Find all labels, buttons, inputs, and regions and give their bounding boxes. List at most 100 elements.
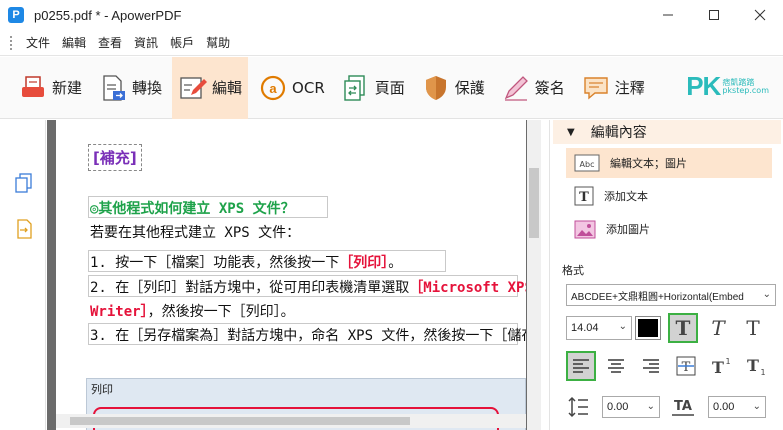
ocr-button[interactable]: a OCR — [252, 57, 331, 119]
chevron-down-icon: ⌄ — [762, 289, 771, 300]
doc-line-step1[interactable]: 1. 按一下［檔案］功能表，然後按一下［列印］。 — [90, 252, 402, 272]
new-button[interactable]: 新建 — [12, 57, 88, 119]
pdf-page[interactable]: [補充] ◎其他程式如何建立 XPS 文件？ 若要在其他程式建立 XPS 文件：… — [56, 120, 526, 430]
supplement-title[interactable]: [補充] — [88, 144, 142, 171]
edit-text-image-option[interactable]: Abc 編輯文本；圖片 — [566, 148, 772, 178]
maximize-button[interactable] — [691, 0, 737, 30]
edit-button[interactable]: 編輯 — [172, 56, 249, 119]
svg-text:T: T — [712, 358, 724, 376]
chevron-down-icon: ⌄ — [618, 321, 627, 332]
doc-line-step2-cont[interactable]: Writer］，然後按一下［列印］。 — [90, 301, 295, 321]
add-text-label: 添加文本 — [604, 190, 648, 203]
menu-view[interactable]: 查看 — [92, 34, 128, 51]
bookmark-icon[interactable] — [14, 218, 34, 240]
svg-text:T: T — [682, 360, 691, 375]
panel-header[interactable]: ▼ 編輯內容 — [553, 120, 781, 144]
thumbnails-icon[interactable] — [14, 172, 34, 194]
bold-t-icon: T — [676, 317, 691, 339]
svg-text:T: T — [579, 190, 589, 205]
convert-button[interactable]: 轉換 — [92, 57, 168, 119]
new-file-icon — [22, 75, 44, 97]
brand-watermark-sub: 痞凱踏踏 pkstep.com — [722, 78, 769, 95]
menu-help[interactable]: 幫助 — [200, 34, 236, 51]
doc-heading[interactable]: ◎其他程式如何建立 XPS 文件？ — [90, 198, 295, 218]
font-size-select[interactable]: 14.04 ⌄ — [566, 316, 632, 340]
maximize-icon — [709, 10, 719, 20]
step1-print-highlight: ［列印］ — [339, 255, 389, 271]
regular-text-button[interactable]: T — [738, 313, 768, 343]
signature-button[interactable]: 簽名 — [495, 57, 571, 119]
strikethrough-button[interactable]: T — [671, 351, 701, 381]
line-spacing-value: 0.00 — [607, 401, 629, 413]
signature-icon — [504, 75, 528, 101]
convert-icon — [103, 74, 126, 101]
align-center-icon — [608, 359, 624, 373]
superscript-button[interactable]: T1 — [706, 351, 736, 381]
add-text-icon: T — [574, 186, 594, 206]
align-left-button[interactable] — [566, 351, 596, 381]
comment-label: 注釋 — [614, 79, 645, 97]
dialog-title: 列印 — [91, 383, 113, 396]
superscript-icon: T1 — [712, 357, 731, 376]
align-right-button[interactable] — [636, 351, 666, 381]
document-viewport[interactable]: [補充] ◎其他程式如何建立 XPS 文件？ 若要在其他程式建立 XPS 文件：… — [47, 120, 541, 430]
font-size-value: 14.04 — [571, 322, 599, 334]
format-section-label: 格式 — [562, 264, 584, 277]
font-family-value: ABCDEE+文鼎粗圓+Horizontal(Embed — [571, 291, 744, 303]
pages-label: 頁面 — [374, 79, 405, 97]
align-center-button[interactable] — [601, 351, 631, 381]
line-spacing-input[interactable]: 0.00 ⌄ — [602, 396, 660, 418]
svg-text:T: T — [747, 356, 759, 375]
add-image-icon — [574, 220, 596, 239]
close-button[interactable] — [737, 0, 783, 30]
horizontal-scroll-thumb[interactable] — [70, 417, 410, 425]
vertical-scroll-thumb[interactable] — [529, 168, 539, 238]
character-spacing-icon: TA — [672, 399, 694, 416]
doc-line-intro[interactable]: 若要在其他程式建立 XPS 文件： — [90, 222, 300, 242]
italic-button[interactable]: T — [703, 313, 733, 343]
brand-watermark-sub-2: pkstep.com — [722, 85, 769, 95]
step1-text: 1. 按一下［檔案］功能表，然後按一下 — [90, 255, 340, 271]
window-title: p0255.pdf * - ApowerPDF — [34, 7, 182, 23]
doc-line-step3[interactable]: 3. 在［另存檔案為］對話方塊中，命名 XPS 文件，然後按一下［儲存］。 — [90, 325, 526, 345]
svg-text:T: T — [711, 317, 726, 339]
vertical-scrollbar[interactable] — [527, 120, 541, 430]
add-image-option[interactable]: 添加圖片 — [566, 214, 772, 244]
subscript-icon: T1 — [747, 356, 766, 376]
character-spacing-value: 0.00 — [713, 401, 735, 413]
step2-cont-text: ，然後按一下［列印］。 — [147, 304, 295, 320]
strikethrough-icon: T — [676, 356, 696, 376]
comment-button[interactable]: 注釋 — [575, 57, 651, 119]
doc-line-step2[interactable]: 2. 在［列印］對話方塊中，從可用印表機清單選取［Microsoft XPS D… — [90, 277, 526, 297]
chevron-down-icon: ⌄ — [752, 401, 761, 412]
brand-watermark-text: PK — [686, 71, 721, 101]
add-text-option[interactable]: T 添加文本 — [566, 181, 772, 211]
subscript-button[interactable]: T1 — [741, 351, 771, 381]
menu-account[interactable]: 帳戶 — [164, 34, 200, 51]
ocr-icon: a — [260, 75, 286, 100]
line-spacing-icon — [568, 396, 588, 418]
menu-grip — [10, 35, 14, 50]
svg-text:TA: TA — [674, 399, 692, 414]
minimize-button[interactable] — [645, 0, 691, 30]
edit-text-image-icon: Abc — [574, 154, 600, 172]
edit-properties-panel: ▼ 編輯內容 Abc 編輯文本；圖片 T 添加文本 添加圖片 格式 ABCDEE… — [549, 120, 783, 430]
title-bar: P p0255.pdf * - ApowerPDF — [0, 0, 783, 30]
svg-text:a: a — [269, 81, 277, 96]
align-right-icon — [643, 359, 659, 373]
font-family-select[interactable]: ABCDEE+文鼎粗圓+Horizontal(Embed ⌄ — [566, 284, 776, 306]
bold-button[interactable]: T — [668, 313, 698, 343]
menu-edit[interactable]: 編輯 — [56, 34, 92, 51]
edit-label: 編輯 — [212, 79, 243, 97]
svg-text:T: T — [746, 317, 760, 339]
character-spacing-input[interactable]: 0.00 ⌄ — [708, 396, 766, 418]
horizontal-scrollbar[interactable] — [56, 414, 526, 428]
menu-file[interactable]: 文件 — [20, 34, 56, 51]
pages-button[interactable]: 頁面 — [335, 57, 411, 119]
italic-t-icon: T — [711, 317, 726, 339]
pages-icon — [344, 74, 365, 101]
protect-button[interactable]: 保護 — [415, 57, 491, 119]
menu-info[interactable]: 資訊 — [128, 34, 164, 51]
text-color-picker[interactable] — [635, 316, 661, 340]
svg-text:Abc: Abc — [580, 160, 595, 169]
